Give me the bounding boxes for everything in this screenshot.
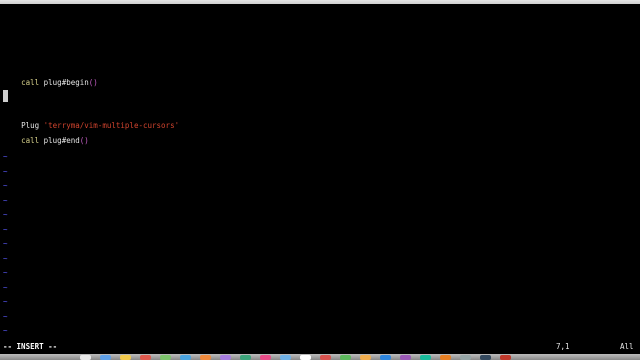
tilde-marker: ~ <box>3 181 8 190</box>
dock-app-icon[interactable] <box>380 355 391 360</box>
scroll-indicator: All <box>620 342 634 351</box>
parens: () <box>79 136 89 145</box>
tilde-marker: ~ <box>3 239 8 248</box>
code-line-plug[interactable]: Plug 'terryma/vim-multiple-cursors' <box>3 108 179 130</box>
mode-indicator: -- INSERT -- <box>3 342 58 351</box>
dock-app-icon[interactable] <box>480 355 491 360</box>
keyword-call: call <box>21 136 40 145</box>
parens: () <box>88 78 98 87</box>
tilde-marker: ~ <box>3 152 8 161</box>
code-line-plug-begin[interactable]: call plug#begin() <box>3 65 98 87</box>
cursor-position: 7,1 <box>556 342 570 351</box>
vim-statusline: -- INSERT -- 7,1 All <box>0 341 640 353</box>
tilde-marker: ~ <box>3 326 8 335</box>
tilde-marker: ~ <box>3 225 8 234</box>
tilde-marker: ~ <box>3 196 8 205</box>
window-top-edge <box>0 0 640 4</box>
dock-app-icon[interactable] <box>460 355 471 360</box>
tilde-marker: ~ <box>3 210 8 219</box>
dock-app-icon[interactable] <box>340 355 351 360</box>
dock-app-icon[interactable] <box>140 355 151 360</box>
tilde-marker: ~ <box>3 167 8 176</box>
dock-app-icon[interactable] <box>500 355 511 360</box>
dock-app-icon[interactable] <box>300 355 311 360</box>
tilde-marker: ~ <box>3 297 8 306</box>
dock-app-icon[interactable] <box>240 355 251 360</box>
dock-app-icon[interactable] <box>200 355 211 360</box>
dock-app-icon[interactable] <box>100 355 111 360</box>
function-name: plug#begin <box>43 78 89 87</box>
dock-app-icon[interactable] <box>220 355 231 360</box>
macos-dock <box>0 354 640 360</box>
code-line-plug-end[interactable]: call plug#end() <box>3 123 89 145</box>
terminal-window: call plug#begin() Plug 'terryma/vim-mult… <box>0 0 640 360</box>
dock-app-icon[interactable] <box>260 355 271 360</box>
tilde-marker: ~ <box>3 283 8 292</box>
text-cursor <box>3 90 8 102</box>
dock-app-icon[interactable] <box>320 355 331 360</box>
function-name: plug#end <box>43 136 80 145</box>
keyword-call: call <box>21 78 40 87</box>
dock-app-icon[interactable] <box>120 355 131 360</box>
dock-app-icon[interactable] <box>80 355 91 360</box>
dock-app-icon[interactable] <box>360 355 371 360</box>
dock-app-icon[interactable] <box>160 355 171 360</box>
dock-app-icon[interactable] <box>280 355 291 360</box>
dock-app-icon[interactable] <box>440 355 451 360</box>
dock-app-icon[interactable] <box>400 355 411 360</box>
dock-app-icon[interactable] <box>180 355 191 360</box>
dock-app-icon[interactable] <box>420 355 431 360</box>
tilde-marker: ~ <box>3 254 8 263</box>
tilde-marker: ~ <box>3 268 8 277</box>
tilde-marker: ~ <box>3 312 8 321</box>
